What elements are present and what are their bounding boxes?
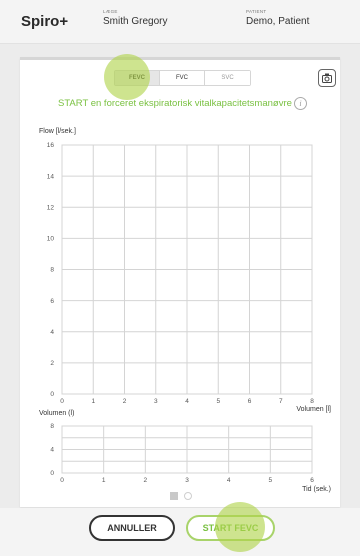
- flow-x-tick-label: 8: [310, 398, 314, 405]
- volume-x-tick-label: 6: [310, 477, 314, 484]
- flow-y-tick-label: 16: [47, 142, 55, 149]
- pager-dot-1[interactable]: [170, 492, 178, 500]
- volume-x-tick-label: 5: [269, 477, 273, 484]
- flow-y-tick-label: 14: [47, 173, 55, 180]
- flow-x-tick-label: 7: [279, 398, 283, 405]
- flow-y-tick-label: 8: [50, 267, 54, 274]
- flow-y-tick-label: 2: [50, 360, 54, 367]
- volume-y-tick-label: 8: [50, 423, 54, 430]
- flow-y-tick-label: 0: [50, 391, 54, 398]
- touch-highlight: [215, 502, 265, 552]
- volume-y-tick-label: 4: [50, 447, 54, 454]
- charts-canvas: 0 1 2 3 4 5 6 7 802468101214160 1 2 3 4 5 6048: [47, 142, 314, 484]
- flow-y-tick-label: 6: [50, 298, 54, 305]
- volume-x-tick-label: 4: [227, 477, 231, 484]
- flow-x-tick-label: 1: [91, 398, 95, 405]
- pager-dot-2[interactable]: [184, 492, 192, 500]
- flow-x-tick-label: 3: [154, 398, 158, 405]
- flow-y-tick-label: 4: [50, 329, 54, 336]
- flow-y-tick-label: 12: [47, 204, 55, 211]
- flow-x-tick-label: 6: [248, 398, 252, 405]
- flow-x-tick-label: 0: [60, 398, 64, 405]
- flow-y-tick-label: 10: [47, 236, 55, 243]
- cancel-button[interactable]: ANNULLER: [89, 515, 175, 541]
- volume-x-tick-label: 0: [60, 477, 64, 484]
- flow-x-tick-label: 2: [123, 398, 127, 405]
- footer-bar: [0, 508, 360, 556]
- pager: [170, 492, 192, 500]
- flow-x-tick-label: 4: [185, 398, 189, 405]
- volume-y-tick-label: 0: [50, 470, 54, 477]
- volume-x-tick-label: 1: [102, 477, 106, 484]
- flow-x-tick-label: 5: [216, 398, 220, 405]
- volume-x-tick-label: 2: [144, 477, 148, 484]
- volume-x-tick-label: 3: [185, 477, 189, 484]
